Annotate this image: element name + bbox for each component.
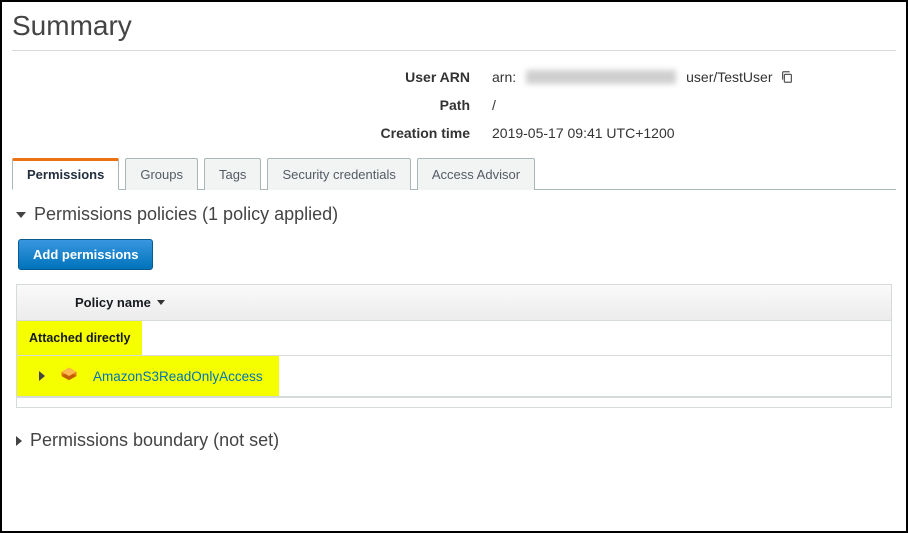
creation-time-label: Creation time bbox=[12, 125, 492, 141]
arn-prefix: arn: bbox=[492, 69, 516, 85]
user-meta: User ARN arn: user/TestUser Path / Creat… bbox=[12, 69, 896, 141]
policy-name-column-header[interactable]: Policy name bbox=[17, 285, 891, 321]
tab-security-credentials[interactable]: Security credentials bbox=[267, 158, 410, 190]
creation-time-value: 2019-05-17 09:41 UTC+1200 bbox=[492, 125, 896, 141]
user-arn-label: User ARN bbox=[12, 69, 492, 85]
caret-down-icon bbox=[16, 212, 26, 218]
tab-access-advisor[interactable]: Access Advisor bbox=[417, 158, 535, 190]
tab-groups[interactable]: Groups bbox=[125, 158, 198, 190]
permissions-policies-heading: Permissions policies (1 policy applied) bbox=[34, 204, 338, 225]
add-permissions-button[interactable]: Add permissions bbox=[18, 239, 153, 270]
user-arn-value: arn: user/TestUser bbox=[492, 69, 896, 85]
permissions-boundary-toggle[interactable]: Permissions boundary (not set) bbox=[16, 430, 892, 451]
tab-tags[interactable]: Tags bbox=[204, 158, 261, 190]
policy-name-column-label: Policy name bbox=[75, 295, 151, 310]
arn-redacted bbox=[526, 70, 676, 84]
sort-desc-icon bbox=[157, 300, 165, 305]
tabs: Permissions Groups Tags Security credent… bbox=[12, 157, 896, 190]
divider bbox=[12, 50, 896, 51]
copy-icon[interactable] bbox=[780, 70, 794, 84]
arn-suffix: user/TestUser bbox=[686, 69, 772, 85]
caret-right-icon bbox=[16, 436, 22, 446]
path-label: Path bbox=[12, 97, 492, 113]
group-attached-directly: Attached directly bbox=[17, 321, 142, 355]
policy-table: Policy name Attached directly bbox=[16, 284, 892, 408]
path-value: / bbox=[492, 97, 896, 113]
managed-policy-icon bbox=[59, 366, 79, 386]
expand-row-icon[interactable] bbox=[39, 371, 45, 381]
table-spacer bbox=[17, 397, 891, 407]
policy-name-link[interactable]: AmazonS3ReadOnlyAccess bbox=[93, 369, 263, 384]
permissions-policies-toggle[interactable]: Permissions policies (1 policy applied) bbox=[16, 204, 892, 225]
tab-permissions[interactable]: Permissions bbox=[12, 158, 119, 190]
permissions-boundary-heading: Permissions boundary (not set) bbox=[30, 430, 279, 451]
page-title: Summary bbox=[12, 8, 896, 50]
policy-row[interactable]: AmazonS3ReadOnlyAccess bbox=[17, 356, 279, 396]
